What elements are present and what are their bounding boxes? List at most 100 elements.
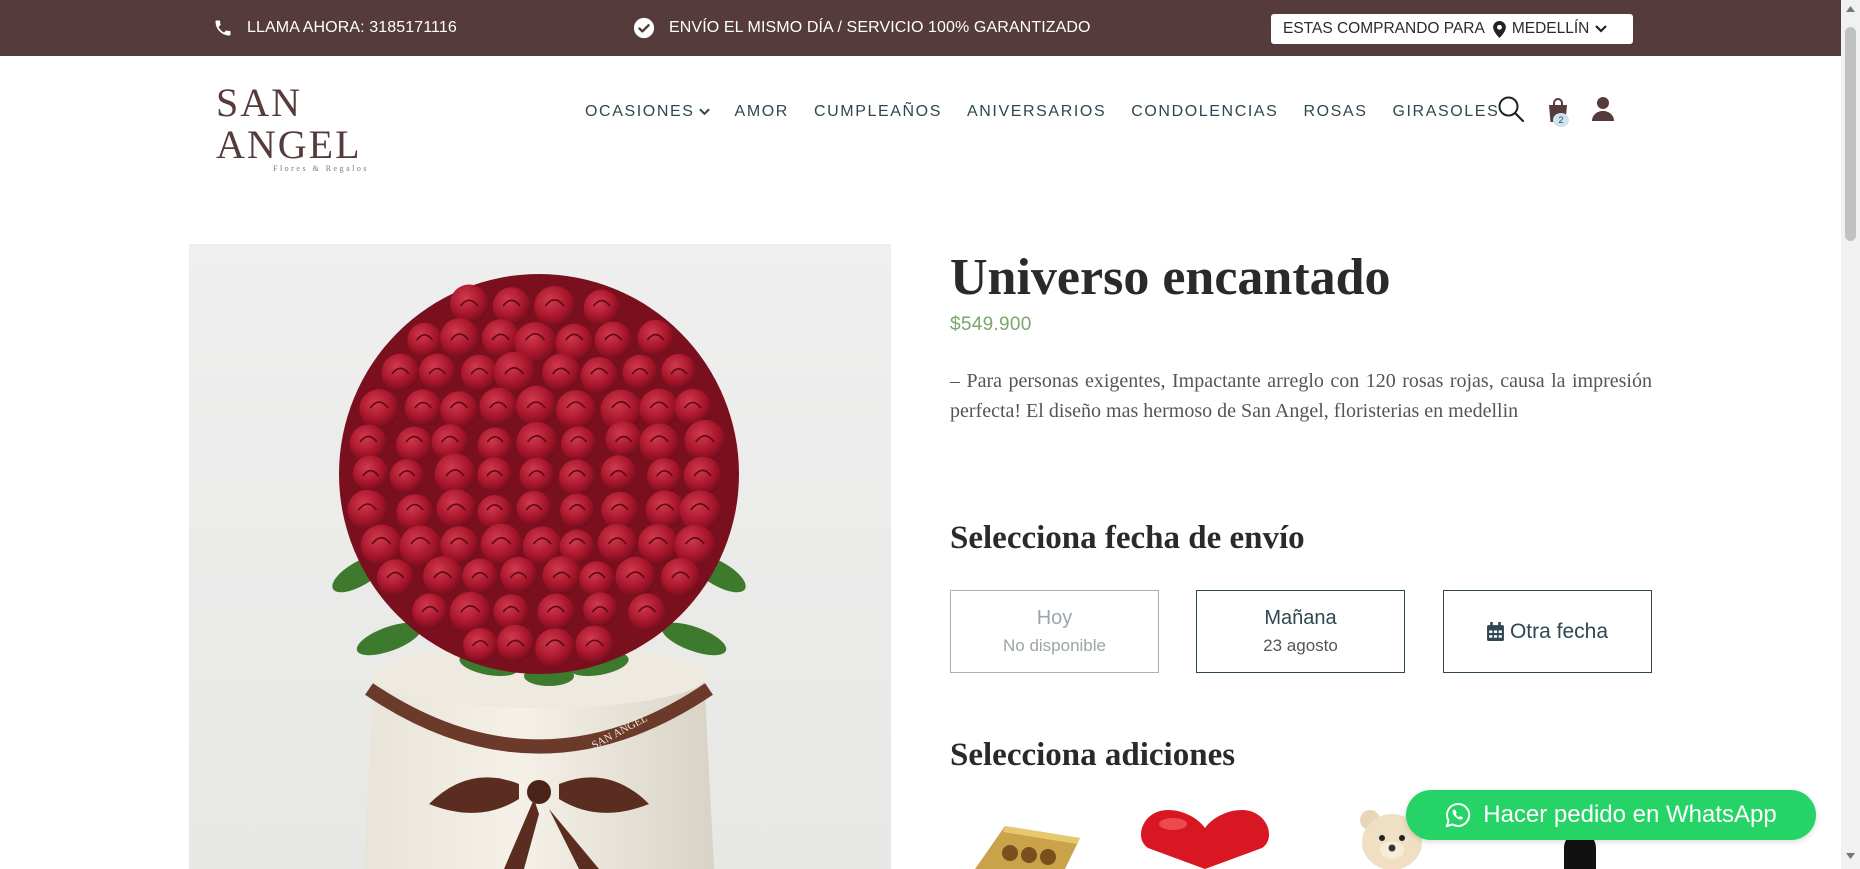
rose-blossom — [600, 455, 637, 491]
rose-blossom — [479, 387, 517, 426]
addons-heading: Selecciona adiciones — [950, 737, 1236, 773]
rose-blossom — [418, 353, 456, 391]
scroll-down-arrow-icon[interactable] — [1845, 853, 1856, 863]
rose-blossom — [396, 494, 434, 531]
rose-blossom — [381, 353, 420, 392]
user-account-icon[interactable] — [1590, 95, 1616, 123]
shipping-notice: ENVÍO EL MISMO DÍA / SERVICIO 100% GARAN… — [633, 0, 1091, 56]
delivery-option-sub: No disponible — [1002, 636, 1106, 655]
rose-blossom — [449, 591, 491, 633]
rose-blossom — [389, 459, 424, 494]
rose-blossom — [412, 593, 448, 629]
rose-blossom — [434, 453, 476, 495]
rose-blossom — [492, 287, 531, 325]
whatsapp-icon — [1445, 802, 1471, 828]
rose-blossom — [679, 490, 721, 532]
rose-blossom — [461, 354, 498, 392]
rose-blossom — [496, 624, 534, 662]
rose-blossom — [605, 421, 642, 458]
rose-blossom — [594, 321, 632, 359]
rose-blossom — [583, 289, 620, 326]
rose-blossom — [661, 558, 700, 597]
map-pin-icon — [1492, 20, 1506, 38]
delivery-option-sub: 23 agosto — [1263, 636, 1338, 655]
call-now-link[interactable]: LLAMA AHORA: 3185171116 — [213, 0, 457, 56]
delivery-option-other-date[interactable]: Otra fecha — [1443, 590, 1652, 673]
rose-blossom — [579, 561, 615, 597]
nav-label: CONDOLENCIAS — [1131, 103, 1279, 120]
rose-blossom — [423, 556, 463, 596]
rose-blossom — [615, 556, 656, 597]
rose-blossom — [359, 389, 399, 429]
delivery-option-label: Otra fecha — [1509, 619, 1609, 643]
chocolates-icon[interactable] — [965, 808, 1080, 869]
chevron-down-icon — [698, 108, 710, 116]
call-now-label: LLAMA AHORA: 3185171116 — [247, 19, 457, 36]
page-scrollbar[interactable] — [1841, 0, 1860, 869]
rose-blossom — [628, 593, 666, 632]
rose-blossom — [407, 322, 442, 358]
nav-item-condolencias[interactable]: CONDOLENCIAS — [1131, 103, 1278, 121]
nav-item-cumpleanos[interactable]: CUMPLEAÑOS — [814, 103, 942, 121]
delivery-date-heading: Selecciona fecha de envío — [950, 520, 1305, 556]
rose-blossom — [519, 457, 555, 493]
rose-blossom — [683, 456, 722, 495]
rose-blossom — [440, 391, 478, 429]
rose-blossom — [583, 592, 618, 627]
rose-blossom — [477, 427, 513, 463]
rose-blossom — [534, 286, 576, 327]
rose-blossom — [622, 354, 658, 390]
rose-blossom — [516, 385, 557, 426]
rose-blossom — [639, 388, 679, 428]
nav-label: ROSAS — [1303, 103, 1368, 120]
whatsapp-label: Hacer pedido en WhatsApp — [1483, 801, 1777, 828]
rose-box-illustration: SAN ANGEL — [332, 274, 746, 869]
product-image[interactable]: SAN ANGEL — [189, 244, 891, 869]
rose-blossom — [542, 353, 580, 392]
rose-blossom — [500, 556, 537, 594]
rose-blossom — [450, 284, 489, 323]
rose-blossom — [537, 593, 575, 631]
scroll-up-arrow-icon[interactable] — [1845, 6, 1856, 16]
rose-blossom — [561, 426, 597, 462]
rose-blossom — [661, 353, 697, 389]
rose-blossom — [597, 523, 637, 563]
scrollbar-thumb[interactable] — [1845, 27, 1856, 241]
rose-blossom — [347, 489, 388, 530]
cart-count-badge: 2 — [1553, 113, 1569, 127]
rose-blossom — [353, 455, 389, 491]
rose-blossom — [560, 493, 595, 528]
nav-item-rosas[interactable]: ROSAS — [1303, 103, 1367, 121]
search-icon[interactable] — [1497, 95, 1525, 123]
whatsapp-order-button[interactable]: Hacer pedido en WhatsApp — [1406, 790, 1816, 840]
nav-label: GIRASOLES — [1392, 103, 1500, 120]
rose-blossom — [637, 319, 674, 357]
rose-blossom — [674, 388, 712, 426]
rose-blossom — [396, 426, 433, 463]
rose-blossom — [575, 625, 614, 664]
city-selector[interactable]: ESTAS COMPRANDO PARA MEDELLÍN — [1271, 14, 1633, 44]
nav-item-girasoles[interactable]: GIRASOLES — [1392, 103, 1499, 121]
phone-icon — [213, 18, 233, 38]
rose-blossom — [639, 423, 680, 463]
delivery-option-label: Hoy — [1036, 607, 1073, 629]
rose-blossom — [558, 459, 596, 496]
rose-blossom — [376, 559, 414, 597]
top-bar: LLAMA AHORA: 3185171116 ENVÍO EL MISMO D… — [0, 0, 1841, 56]
product-description: – Para personas exigentes, Impactante ar… — [950, 370, 1652, 422]
rose-blossom — [647, 458, 682, 493]
rose-blossom — [463, 628, 498, 663]
delivery-option-today[interactable]: Hoy No disponible — [950, 590, 1159, 673]
city-prefix: ESTAS COMPRANDO PARA — [1283, 20, 1485, 37]
nav-item-ocasiones[interactable]: OCASIONES — [585, 103, 710, 121]
nav-label: ANIVERSARIOS — [966, 103, 1107, 120]
heart-balloon-icon[interactable] — [1138, 808, 1273, 869]
brand-name: SAN ANGEL — [216, 80, 362, 167]
rose-blossom — [684, 419, 726, 461]
delivery-option-tomorrow[interactable]: Mañana 23 agosto — [1196, 590, 1405, 673]
nav-item-aniversarios[interactable]: ANIVERSARIOS — [967, 103, 1106, 121]
nav-item-amor[interactable]: AMOR — [735, 103, 789, 121]
rose-blossom — [462, 558, 498, 594]
main-nav: OCASIONES AMOR CUMPLEAÑOS ANIVERSARIOS C… — [585, 100, 1524, 124]
brand-logo[interactable]: SAN ANGEL Flores & Regalos — [216, 82, 426, 174]
